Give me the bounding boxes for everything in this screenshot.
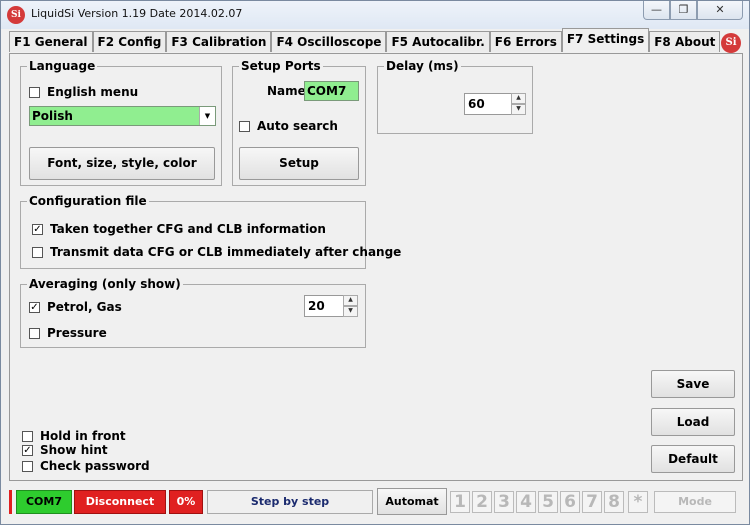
tab-oscilloscope[interactable]: F4 Oscilloscope [271, 31, 387, 52]
averaging-group: Averaging (only show) ✓ Petrol, Gas 20 ▲… [20, 277, 366, 348]
setup-button[interactable]: Setup [239, 147, 359, 180]
save-button[interactable]: Save [651, 370, 735, 398]
mode-button[interactable]: Mode [654, 491, 736, 513]
channel-8-button[interactable]: 8 [604, 491, 624, 513]
language-legend: Language [27, 59, 98, 73]
delay-spinner[interactable]: 60 ▲ ▼ [464, 93, 526, 115]
language-selected: Polish [32, 109, 73, 123]
step-by-step-button[interactable]: Step by step [207, 490, 373, 514]
show-hint-checkbox[interactable]: ✓ Show hint [22, 443, 108, 457]
channel-5-button[interactable]: 5 [538, 491, 558, 513]
pressure-label: Pressure [47, 326, 107, 340]
channel-4-button[interactable]: 4 [516, 491, 536, 513]
status-percent: 0% [169, 490, 203, 514]
transmit-immediately-label: Transmit data CFG or CLB immediately aft… [50, 245, 402, 259]
window-title: LiquidSi Version 1.19 Date 2014.02.07 [31, 7, 243, 20]
petrol-gas-value[interactable]: 20 [304, 295, 344, 317]
delay-spin-buttons: ▲ ▼ [511, 93, 526, 115]
font-style-button[interactable]: Font, size, style, color [29, 147, 215, 180]
close-icon: ✕ [715, 3, 725, 16]
close-button[interactable]: ✕ [697, 1, 743, 20]
check-icon: ✓ [32, 223, 43, 235]
transmit-immediately-box [32, 246, 43, 258]
spin-up-icon[interactable]: ▲ [511, 93, 526, 104]
combined-cfg-clb-checkbox[interactable]: ✓ Taken together CFG and CLB information [32, 222, 326, 236]
petrol-gas-label: Petrol, Gas [47, 300, 122, 314]
channel-6-button[interactable]: 6 [560, 491, 580, 513]
config-file-group: Configuration file ✓ Taken together CFG … [20, 194, 401, 269]
title-bar: Si LiquidSi Version 1.19 Date 2014.02.07… [1, 1, 749, 29]
tab-general[interactable]: F1 General [9, 31, 93, 52]
language-group: Language English menu Polish ▼ Font, siz… [20, 59, 222, 186]
tab-settings[interactable]: F7 Settings [561, 28, 650, 52]
petrol-spin-buttons: ▲ ▼ [343, 295, 358, 317]
check-password-box [22, 460, 33, 472]
config-file-legend: Configuration file [27, 194, 149, 208]
pressure-box [29, 327, 40, 339]
auto-search-label: Auto search [257, 119, 338, 133]
combined-cfg-clb-label: Taken together CFG and CLB information [50, 222, 326, 236]
tab-calibration[interactable]: F3 Calibration [166, 31, 272, 52]
app-window: Si LiquidSi Version 1.19 Date 2014.02.07… [0, 0, 750, 525]
disconnect-button[interactable]: Disconnect [74, 490, 166, 514]
status-port: COM7 [16, 490, 72, 514]
check-icon: ✓ [22, 444, 33, 456]
automat-button[interactable]: Automat [377, 488, 447, 515]
restore-button[interactable]: ❐ [670, 1, 697, 20]
load-button[interactable]: Load [651, 408, 735, 436]
show-hint-label: Show hint [40, 443, 108, 457]
tab-errors[interactable]: F6 Errors [489, 31, 562, 52]
check-icon: ✓ [29, 301, 40, 313]
channel-7-button[interactable]: 7 [582, 491, 602, 513]
tab-about[interactable]: F8 About [649, 31, 721, 52]
minimize-button[interactable]: — [643, 1, 670, 20]
english-menu-checkbox[interactable]: English menu [29, 85, 138, 99]
pressure-checkbox[interactable]: Pressure [29, 326, 107, 340]
brand-logo-icon: Si [721, 33, 741, 53]
hold-in-front-checkbox[interactable]: Hold in front [22, 429, 126, 443]
hold-in-front-box [22, 430, 33, 442]
hold-in-front-label: Hold in front [40, 429, 126, 443]
transmit-immediately-checkbox[interactable]: Transmit data CFG or CLB immediately aft… [32, 245, 401, 259]
default-button[interactable]: Default [651, 445, 735, 473]
tab-bar: F1 General F2 Config F3 Calibration F4 O… [9, 28, 721, 52]
minimize-icon: — [651, 3, 662, 16]
delay-value[interactable]: 60 [464, 93, 512, 115]
chevron-down-icon[interactable]: ▼ [199, 107, 215, 125]
channel-1-button[interactable]: 1 [450, 491, 470, 513]
port-name-input[interactable]: COM7 [304, 81, 359, 101]
check-password-checkbox[interactable]: Check password [22, 459, 150, 473]
spin-down-icon[interactable]: ▼ [343, 306, 358, 317]
window-controls: — ❐ ✕ [643, 1, 743, 21]
tab-config[interactable]: F2 Config [92, 31, 167, 52]
spin-up-icon[interactable]: ▲ [343, 295, 358, 306]
app-logo-icon: Si [7, 6, 25, 24]
auto-search-checkbox[interactable]: Auto search [239, 119, 338, 133]
status-bar: COM7 Disconnect 0% Step by step Automat … [9, 487, 743, 517]
petrol-gas-checkbox[interactable]: ✓ Petrol, Gas [29, 300, 122, 314]
port-name-label: Name [267, 84, 306, 98]
delay-legend: Delay (ms) [384, 59, 461, 73]
petrol-gas-spinner[interactable]: 20 ▲ ▼ [304, 295, 358, 317]
auto-search-box [239, 120, 250, 132]
delay-group: Delay (ms) 60 ▲ ▼ [377, 59, 533, 134]
english-menu-box [29, 86, 40, 98]
spin-down-icon[interactable]: ▼ [511, 104, 526, 115]
channel-all-button[interactable]: * [628, 491, 648, 513]
check-password-label: Check password [40, 459, 150, 473]
setup-ports-group: Setup Ports Name COM7 Auto search Setup [232, 59, 366, 186]
english-menu-label: English menu [47, 85, 139, 99]
setup-ports-legend: Setup Ports [239, 59, 323, 73]
restore-icon: ❐ [678, 3, 689, 16]
channel-2-button[interactable]: 2 [472, 491, 492, 513]
language-select[interactable]: Polish ▼ [29, 106, 216, 126]
channel-3-button[interactable]: 3 [494, 491, 514, 513]
tab-autocalibr[interactable]: F5 Autocalibr. [386, 31, 490, 52]
status-indicator [9, 490, 12, 514]
averaging-legend: Averaging (only show) [27, 277, 183, 291]
settings-panel: Language English menu Polish ▼ Font, siz… [9, 53, 743, 481]
